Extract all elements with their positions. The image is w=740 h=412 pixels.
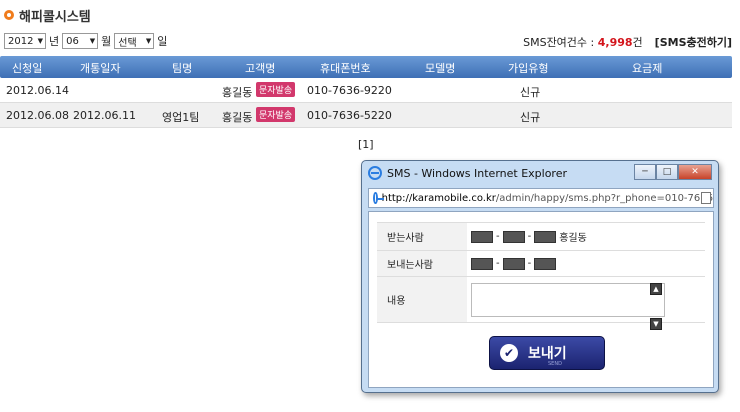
month-suffix: 월: [101, 35, 112, 48]
col-team: 팀명: [172, 62, 193, 75]
page-header: 해피콜시스템: [4, 6, 91, 25]
popup-title: SMS - Windows Internet Explorer: [387, 166, 567, 180]
send-button[interactable]: ✔ 보내기 SEND: [489, 336, 605, 370]
col-type: 가입유형: [508, 62, 549, 75]
orange-bullet-icon: [4, 10, 14, 20]
sender-row: 보내는사람 - -: [377, 251, 705, 277]
day-select[interactable]: 선택 ▼: [114, 33, 155, 49]
col-apply-date: 신청일: [12, 62, 43, 75]
ie-icon: [368, 166, 382, 180]
table-row: 2012.06.14 홍길동 문자발송 010-7636-9220 신규: [0, 78, 732, 103]
year-suffix: 년: [49, 35, 60, 48]
receiver-name: 홍길동: [559, 233, 587, 244]
url-path: /admin/happy/sms.php?r_phone=010-7636: [495, 192, 713, 204]
chevron-down-icon: ▼: [37, 37, 43, 45]
sms-remaining-count: 4,998: [597, 36, 633, 49]
send-label: 보내기: [528, 346, 567, 362]
col-phone: 휴대폰번호: [320, 62, 371, 75]
receiver-phone-part1[interactable]: [471, 230, 493, 243]
sender-phone-part2[interactable]: [502, 257, 525, 270]
table-header: 신청일 개통일자 팀명 고객명 휴대폰번호 모델명 가입유형 요금제: [0, 56, 732, 78]
url-host: http://karamobile.co.kr: [381, 192, 496, 204]
minimize-button[interactable]: ─: [634, 164, 656, 180]
phone-number: 010-7636-9220: [307, 84, 392, 97]
send-sublabel: SEND: [548, 361, 562, 367]
table-row: 2012.06.08 2012.06.11 영업1팀 홍길동 문자발송 010-…: [0, 103, 732, 128]
address-bar[interactable]: http://karamobile.co.kr/admin/happy/sms.…: [368, 188, 714, 208]
sms-info: SMS잔여건수 : 4,998건 [SMS충전하기]: [523, 34, 732, 50]
window-controls: ─ □ ✕: [634, 164, 712, 180]
send-sms-button[interactable]: 문자발송: [256, 82, 296, 97]
sms-form: 받는사람 - - 홍길동 보내는사람 - - 내용 ▲ ▼: [377, 222, 705, 330]
phone-number: 010-7636-5220: [307, 109, 392, 122]
sms-charge-link[interactable]: [SMS충전하기]: [655, 34, 732, 50]
customer-name: 홍길동: [222, 111, 253, 124]
customer-name: 홍길동: [222, 86, 253, 99]
pagination-page-1[interactable]: [1]: [358, 138, 374, 151]
sms-remaining-label: SMS잔여건수 :: [523, 36, 595, 49]
ie-page-icon: [373, 192, 384, 204]
receiver-phone-part3[interactable]: [534, 230, 557, 243]
sender-phone-part3[interactable]: [534, 257, 557, 270]
year-select[interactable]: 2012 ▼: [4, 33, 46, 49]
sender-label: 보내는사람: [377, 251, 467, 276]
receiver-label: 받는사람: [377, 223, 467, 250]
popup-titlebar[interactable]: SMS - Windows Internet Explorer ─ □ ✕: [362, 161, 718, 185]
col-customer: 고객명: [245, 62, 276, 75]
content-label: 내용: [377, 277, 467, 322]
receiver-row: 받는사람 - - 홍길동: [377, 223, 705, 251]
chevron-down-icon: ▼: [145, 37, 152, 45]
sms-unit: 건: [632, 36, 643, 49]
col-plan: 요금제: [632, 62, 663, 75]
col-model: 모델명: [425, 62, 456, 75]
sms-popup-window: SMS - Windows Internet Explorer ─ □ ✕ ht…: [361, 160, 719, 393]
maximize-button[interactable]: □: [656, 164, 678, 180]
checkmark-icon: ✔: [500, 344, 518, 362]
receiver-phone-part2[interactable]: [502, 230, 525, 243]
content-row: 내용 ▲ ▼: [377, 277, 705, 330]
day-suffix: 일: [157, 35, 168, 48]
col-open-date: 개통일자: [80, 62, 121, 75]
date-filters: 2012 ▼ 년 06 ▼ 월 선택 ▼ 일: [4, 32, 167, 50]
popup-content: 받는사람 - - 홍길동 보내는사람 - - 내용 ▲ ▼ ✔ 보내기 SEND: [368, 211, 714, 388]
scroll-up-icon[interactable]: ▲: [650, 282, 662, 295]
close-button[interactable]: ✕: [678, 164, 712, 180]
chevron-down-icon: ▼: [89, 37, 96, 45]
scroll-down-icon[interactable]: ▼: [650, 317, 662, 330]
sender-phone-part1[interactable]: [471, 257, 493, 270]
page-title: 해피콜시스템: [19, 9, 91, 25]
message-textarea[interactable]: ▲ ▼: [471, 282, 665, 330]
send-sms-button[interactable]: 문자발송: [256, 107, 296, 122]
month-select[interactable]: 06 ▼: [62, 33, 99, 49]
page-report-icon[interactable]: [701, 192, 711, 204]
